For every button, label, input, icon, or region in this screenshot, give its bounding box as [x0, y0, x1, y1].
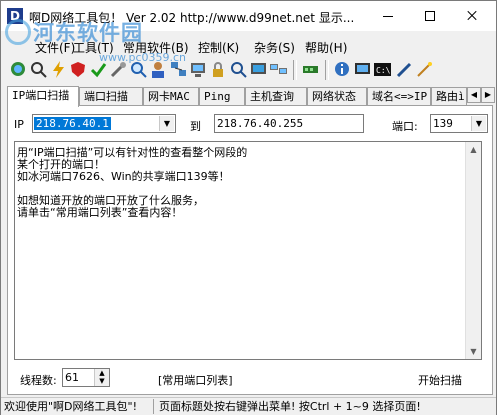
- tab-domain-ip[interactable]: 域名<=>IP: [367, 87, 431, 105]
- threads-label: 线程数:: [20, 374, 57, 387]
- info-icon[interactable]: [333, 60, 352, 79]
- network-computers-icon[interactable]: [269, 60, 288, 79]
- lightning-icon[interactable]: [49, 60, 68, 79]
- start-scan-button[interactable]: 开始扫描: [418, 372, 462, 388]
- computer-icon[interactable]: [189, 60, 208, 79]
- tools-icon[interactable]: [109, 60, 128, 79]
- display-icon[interactable]: [353, 60, 372, 79]
- ip-port-scan-panel: IP 218.76.40.1 ▼ 到 218.76.40.255 端口: 139…: [7, 105, 493, 395]
- chevron-down-icon[interactable]: ▼: [159, 116, 174, 131]
- magnifier-icon[interactable]: [129, 60, 148, 79]
- stepper-buttons[interactable]: ▲ ▼: [94, 369, 109, 386]
- to-label: 到: [190, 120, 201, 133]
- svg-text:C:\: C:\: [376, 66, 391, 75]
- tab-scroll-right-icon[interactable]: ▶: [481, 87, 495, 103]
- globe-scan-icon[interactable]: [9, 60, 28, 79]
- search-icon[interactable]: [29, 60, 48, 79]
- wand-icon[interactable]: [415, 60, 434, 79]
- ip-to-input[interactable]: 218.76.40.255: [214, 114, 364, 133]
- toolbar-separator: [325, 60, 329, 80]
- menu-misc[interactable]: 杂务(S): [254, 39, 295, 56]
- scroll-up-icon[interactable]: ▲: [466, 142, 481, 157]
- threads-value: 61: [65, 371, 79, 384]
- status-bar: 欢迎使用"啊D网络工具包"! 页面标题处按右键弹出菜单! 按Ctrl + 1~9…: [1, 397, 496, 415]
- memory-icon[interactable]: [301, 60, 320, 79]
- menu-control[interactable]: 控制(K): [198, 39, 239, 56]
- minimize-button[interactable]: [367, 1, 409, 31]
- check-icon[interactable]: [89, 60, 108, 79]
- tab-host-query[interactable]: 主机查询: [245, 87, 307, 105]
- ip-from-combo[interactable]: 218.76.40.1 ▼: [32, 114, 176, 133]
- menu-bar: 文件(F) 工具(T) 常用软件(B) 控制(K) 杂务(S) 帮助(H): [1, 37, 496, 55]
- status-welcome: 欢迎使用"啊D网络工具包"!: [1, 399, 154, 414]
- tab-scroll-left-icon[interactable]: ◀: [467, 87, 481, 103]
- monitor-icon[interactable]: [249, 60, 268, 79]
- description-line: 如冰河端口7626、Win的共享端口139等！: [17, 170, 230, 183]
- description-scrollbar[interactable]: ▲ ▼: [465, 142, 481, 359]
- chevron-down-icon[interactable]: ▼: [471, 116, 486, 131]
- maximize-button[interactable]: [409, 1, 451, 31]
- tab-ip-port-scan[interactable]: IP端口扫描: [7, 86, 79, 107]
- common-port-list-button[interactable]: [常用端口列表]: [158, 372, 233, 388]
- port-label: 端口:: [392, 120, 418, 133]
- description-line: 请单击“常用端口列表”查看内容！: [17, 206, 183, 219]
- tab-port-scan[interactable]: 端口扫描: [79, 87, 143, 105]
- shield-icon[interactable]: [69, 60, 88, 79]
- menu-help[interactable]: 帮助(H): [305, 39, 347, 56]
- search-computer-icon[interactable]: [229, 60, 248, 79]
- threads-stepper[interactable]: 61 ▲ ▼: [62, 368, 110, 387]
- tab-mac[interactable]: 网卡MAC: [143, 87, 199, 105]
- port-combo[interactable]: 139 ▼: [430, 114, 488, 133]
- lock-icon[interactable]: [209, 60, 228, 79]
- network-icon[interactable]: [169, 60, 188, 79]
- tab-route[interactable]: 路由ì: [431, 87, 467, 105]
- scroll-down-icon[interactable]: ▼: [466, 344, 481, 359]
- menu-common-software[interactable]: 常用软件(B): [123, 39, 189, 56]
- ip-from-value: 218.76.40.1: [34, 117, 111, 130]
- menu-file[interactable]: 文件(F): [35, 39, 75, 56]
- tab-ping[interactable]: Ping: [199, 87, 245, 105]
- pen-icon[interactable]: [395, 60, 414, 79]
- description-textarea[interactable]: 用“IP端口扫描”可以有针对性的查看整个网段的 某个打开的端口！ 如冰河端口76…: [14, 141, 482, 360]
- ip-to-value: 218.76.40.255: [217, 117, 304, 130]
- status-hint: 页面标题处按右键弹出菜单! 按Ctrl + 1~9 选择页面!: [159, 400, 421, 413]
- app-window: D 啊D网络工具包！ Ver 2.02 http://www.d99net.ne…: [0, 0, 497, 415]
- close-button[interactable]: [451, 1, 493, 31]
- spin-down-icon[interactable]: ▼: [95, 377, 109, 385]
- port-value: 139: [433, 117, 453, 130]
- terminal-icon[interactable]: C:\: [373, 60, 392, 79]
- menu-tools[interactable]: 工具(T): [73, 39, 114, 56]
- toolbar: C:\: [7, 58, 493, 82]
- tab-network-status[interactable]: 网络状态: [307, 87, 367, 105]
- spin-up-icon[interactable]: ▲: [95, 369, 109, 377]
- ip-label: IP: [14, 118, 24, 131]
- user-icon[interactable]: [149, 60, 168, 79]
- toolbar-separator: [293, 60, 297, 80]
- tab-bar: IP端口扫描 端口扫描 网卡MAC Ping 主机查询 网络状态 域名<=>IP…: [7, 86, 495, 107]
